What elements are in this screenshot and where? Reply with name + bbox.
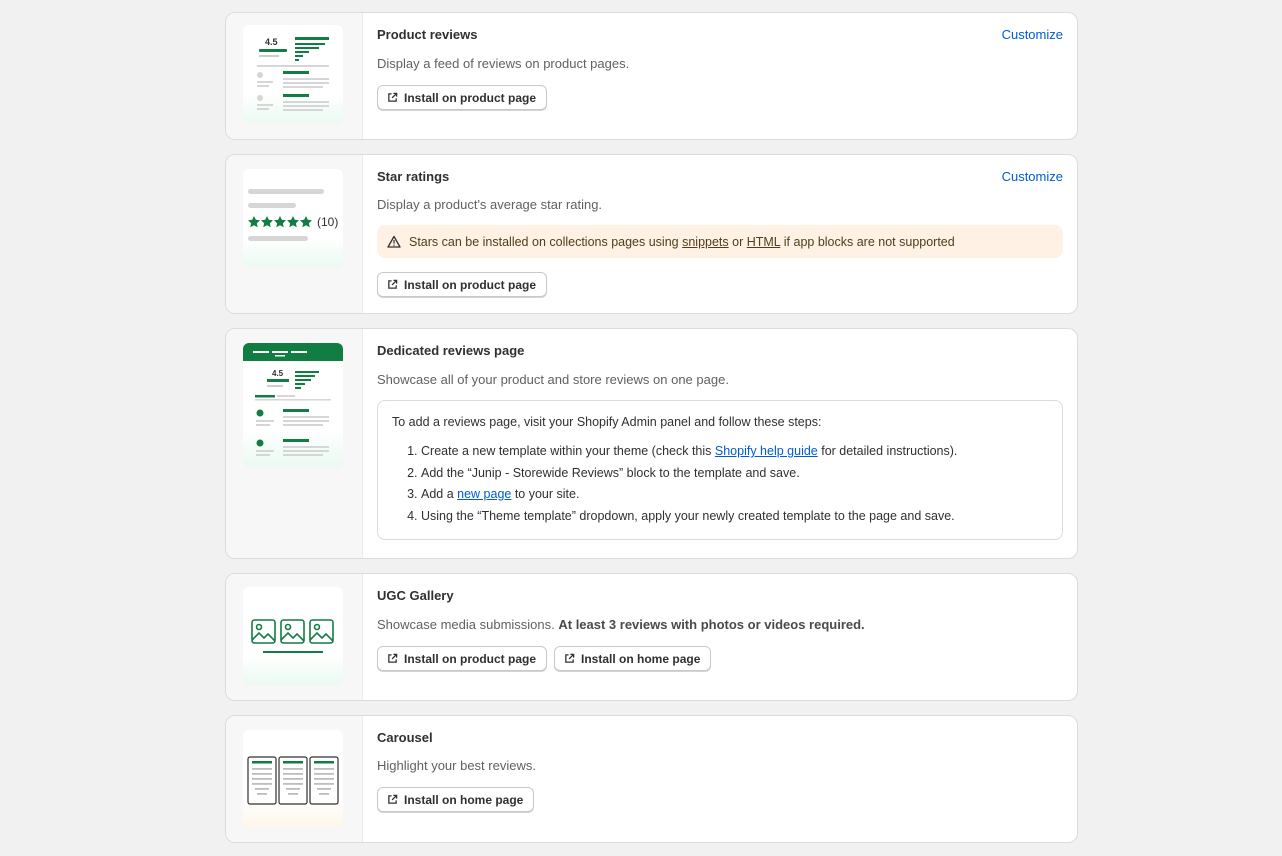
banner-text-after: if app blocks are not supported [780, 234, 955, 249]
star-ratings-thumbnail: (10) [243, 169, 343, 267]
product-reviews-thumbnail: 4.5 [243, 25, 343, 123]
description-text: Showcase media submissions. [377, 617, 559, 632]
install-on-product-page-button[interactable]: Install on product page [377, 272, 548, 297]
button-label: Install on product page [404, 651, 537, 666]
carousel-card: Carousel Highlight your best reviews. In… [225, 715, 1078, 843]
card-description: Showcase all of your product and store r… [377, 372, 729, 387]
step-2: Add the “Junip - Storewide Reviews” bloc… [421, 463, 1048, 485]
button-row: Install on product page [377, 85, 1063, 110]
alert-triangle-icon [387, 235, 401, 248]
button-row: Install on product page [377, 272, 1063, 297]
step-1: Create a new template within your theme … [421, 441, 1048, 463]
thumb-column: 4.5 [226, 329, 363, 558]
image-icons [251, 619, 334, 644]
card-title: Star ratings [377, 169, 450, 184]
steps-list: Create a new template within your theme … [392, 441, 1048, 527]
dedicated-reviews-content: Dedicated reviews page Showcase all of y… [363, 329, 1077, 558]
card-title: Product reviews [377, 27, 478, 42]
install-on-home-page-button[interactable]: Install on home page [554, 646, 712, 671]
carousel-thumbnail [243, 730, 343, 828]
external-link-icon [388, 653, 398, 663]
step-1-text-before: Create a new template within your theme … [421, 444, 715, 458]
card-description: Highlight your best reviews. [377, 758, 536, 773]
description-requirement: At least 3 reviews with photos or videos… [558, 617, 865, 632]
shopify-help-guide-link[interactable]: Shopify help guide [715, 444, 818, 458]
product-reviews-content: Product reviews Customize Display a feed… [363, 13, 1077, 139]
steps-box: To add a reviews page, visit your Shopif… [377, 400, 1063, 540]
snippets-link[interactable]: snippets [682, 235, 729, 249]
star-ratings-card: (10) Star ratings Customize Display a pr… [225, 154, 1078, 314]
banner-text: Stars can be installed on collections pa… [409, 235, 955, 249]
card-description: Display a product's average star rating. [377, 197, 603, 212]
banner-text-before: Stars can be installed on collections pa… [409, 234, 683, 249]
banner-text-middle: or [728, 234, 747, 249]
external-link-icon [388, 279, 398, 289]
customize-link[interactable]: Customize [1002, 27, 1063, 43]
button-row: Install on product page Install on home … [377, 646, 1063, 671]
install-on-product-page-button[interactable]: Install on product page [377, 646, 548, 671]
html-link[interactable]: HTML [747, 235, 781, 249]
step-3-text-after: to your site. [511, 487, 580, 501]
steps-intro: To add a reviews page, visit your Shopif… [392, 415, 822, 429]
card-description: Showcase media submissions. At least 3 r… [377, 617, 1063, 633]
star-ratings-content: Star ratings Customize Display a product… [363, 155, 1077, 313]
ugc-gallery-card: UGC Gallery Showcase media submissions. … [225, 573, 1078, 701]
thumb-rating-text: 4.5 [272, 369, 284, 378]
external-link-icon [388, 92, 398, 102]
thumb-column [226, 574, 363, 700]
card-title: Dedicated reviews page [377, 343, 525, 358]
customize-link[interactable]: Customize [1002, 169, 1063, 185]
external-link-icon [565, 653, 575, 663]
product-reviews-card: 4.5 Product reviews Customize Display a … [225, 12, 1078, 140]
thumb-column [226, 716, 363, 842]
card-title: Carousel [377, 730, 433, 745]
button-label: Install on home page [581, 651, 701, 666]
thumb-column: (10) [226, 155, 363, 313]
ugc-gallery-thumbnail [243, 587, 343, 685]
carousel-content: Carousel Highlight your best reviews. In… [363, 716, 1077, 842]
ugc-gallery-content: UGC Gallery Showcase media submissions. … [363, 574, 1077, 700]
step-1-text-after: for detailed instructions). [817, 444, 958, 458]
warning-banner: Stars can be installed on collections pa… [377, 225, 1063, 258]
button-label: Install on product page [404, 277, 537, 292]
thumb-count-text: (10) [317, 215, 338, 229]
button-label: Install on home page [404, 792, 524, 807]
dedicated-reviews-card: 4.5 Dedicated reviews page Showcase all … [225, 328, 1078, 559]
dedicated-reviews-thumbnail: 4.5 [243, 343, 343, 467]
step-4: Using the “Theme template” dropdown, app… [421, 506, 1048, 528]
step-3-text-before: Add a [421, 487, 458, 501]
install-on-home-page-button[interactable]: Install on home page [377, 787, 535, 812]
install-on-product-page-button[interactable]: Install on product page [377, 85, 548, 110]
stars-icon [248, 216, 312, 228]
button-row: Install on home page [377, 787, 1063, 812]
card-description: Display a feed of reviews on product pag… [377, 56, 630, 71]
step-3: Add a new page to your site. [421, 484, 1048, 506]
card-title: UGC Gallery [377, 588, 454, 603]
button-label: Install on product page [404, 90, 537, 105]
thumb-rating-text: 4.5 [265, 37, 278, 47]
thumb-column: 4.5 [226, 13, 363, 139]
new-page-link[interactable]: new page [457, 487, 511, 501]
external-link-icon [388, 794, 398, 804]
